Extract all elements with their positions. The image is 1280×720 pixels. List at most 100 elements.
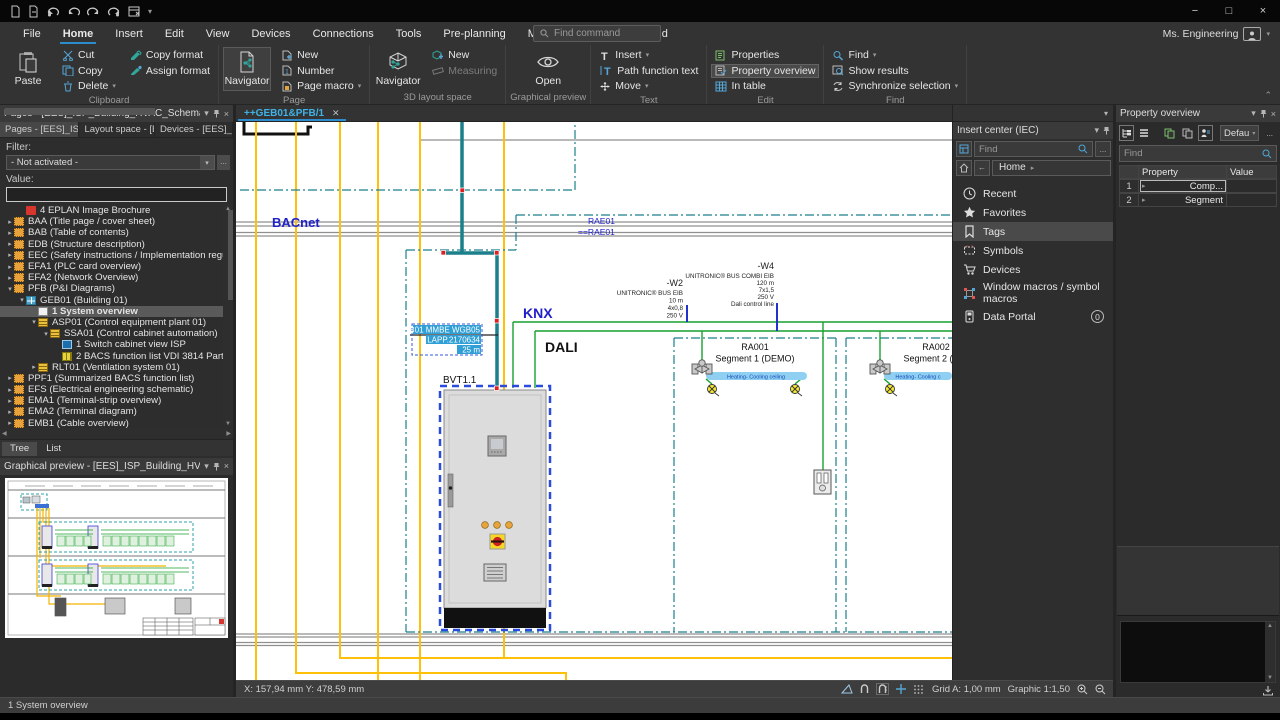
insert-center-pin-icon[interactable] <box>1103 126 1110 135</box>
property-overview-close-icon[interactable]: × <box>1271 109 1276 119</box>
tree-item[interactable]: ▸EMB1 (Cable overview) <box>0 418 223 428</box>
find-command-box[interactable]: Find command <box>533 25 661 42</box>
property-row[interactable]: 1 ▸Comp... <box>1119 179 1277 193</box>
wall-switch-device[interactable] <box>814 470 831 494</box>
property-overview-pin-icon[interactable] <box>1260 109 1267 118</box>
tree-item[interactable]: ▸BAB (Table of contents) <box>0 227 223 238</box>
property-overview-button[interactable]: Property overview <box>711 64 819 79</box>
tree-item[interactable]: ▾PFB (P&I Diagrams) <box>0 283 223 294</box>
copy-button[interactable]: Copy <box>58 64 120 79</box>
tree-view-icon[interactable] <box>1119 125 1134 141</box>
synchronize-selection-button[interactable]: Synchronize selection▾ <box>828 79 962 94</box>
coordinate-crosshair-icon[interactable] <box>896 684 906 694</box>
scroll-down-icon[interactable]: ▼ <box>225 421 231 427</box>
preview-close-icon[interactable]: × <box>224 461 229 471</box>
tree-expand-icon[interactable]: ▾ <box>42 330 50 338</box>
filter-dropdown[interactable]: - Not activated - ▾ <box>6 155 215 170</box>
measuring-button[interactable]: Measuring <box>428 64 501 79</box>
tree-item[interactable]: ▸PPF1 (Summarized BACS function list) <box>0 373 223 384</box>
preview-dropdown-icon[interactable]: ▾ <box>204 461 209 472</box>
tree-expand-icon[interactable]: ▾ <box>30 318 38 326</box>
property-find-input[interactable]: Find <box>1119 145 1277 162</box>
menu-tab-pre-planning[interactable]: Pre-planning <box>432 22 516 45</box>
breadcrumb[interactable]: Home ▸ <box>992 160 1111 176</box>
cut-button[interactable]: Cut <box>58 48 120 63</box>
assign-format-button[interactable]: Assign format <box>126 64 214 79</box>
menu-tab-connections[interactable]: Connections <box>302 22 385 45</box>
insert-item-data-portal[interactable]: Data Portal 0 <box>953 307 1114 326</box>
open-project-icon[interactable] <box>28 5 39 18</box>
panel-pin-icon[interactable] <box>213 109 220 118</box>
copy-format-button[interactable]: Copy format <box>126 48 214 63</box>
tree-item[interactable]: ▸EMA1 (Terminal-strip overview) <box>0 395 223 406</box>
redo-list-icon[interactable] <box>107 5 121 18</box>
preview-pin-icon[interactable] <box>213 462 220 471</box>
tree-item[interactable]: ▸EFS (Electrical engineering schematic) <box>0 384 223 395</box>
tab-layout-space[interactable]: Layout space - [EE... <box>79 122 155 137</box>
insert-item-window-macros[interactable]: Window macros / symbol macros <box>953 279 1114 307</box>
property-row[interactable]: 2 ▸Segment <box>1119 193 1277 207</box>
menu-tab-devices[interactable]: Devices <box>240 22 301 45</box>
show-results-button[interactable]: Show results <box>828 64 962 79</box>
back-icon[interactable]: ← <box>974 160 990 176</box>
tree-item[interactable]: ▸BAA (Title page / cover sheet) <box>0 216 223 227</box>
insert-center-dropdown-icon[interactable]: ▾ <box>1094 125 1099 136</box>
panel-close-icon[interactable]: × <box>224 109 229 119</box>
tree-expand-icon[interactable]: ▸ <box>6 419 14 427</box>
document-tab-close-icon[interactable]: ✕ <box>332 108 340 119</box>
value-cell[interactable] <box>1227 193 1277 207</box>
delete-button[interactable]: Delete▾ <box>58 79 120 94</box>
tree-item[interactable]: ▸EEC (Safety instructions / Implementati… <box>0 250 223 261</box>
property-cell-segment[interactable]: ▸Segment <box>1139 193 1227 207</box>
tree-item[interactable]: 1 System overview <box>0 306 223 317</box>
page-navigator-button[interactable]: Navigator <box>223 47 271 91</box>
preview-scrollbar[interactable]: ▲▼ <box>1265 622 1275 682</box>
path-function-text-button[interactable]: T Path function text <box>595 64 702 79</box>
tree-expand-icon[interactable]: ▸ <box>6 374 14 382</box>
tree-expand-icon[interactable]: ▸ <box>6 274 14 282</box>
new-page-button[interactable]: New <box>277 48 365 63</box>
properties-button[interactable]: Properties <box>711 48 819 63</box>
insert-text-button[interactable]: T Insert▾ <box>595 48 702 63</box>
tree-item[interactable]: ▸RLT01 (Ventilation system 01) <box>0 362 223 373</box>
object-snap-icon[interactable] <box>878 684 887 694</box>
tree-item[interactable]: ▸EFA2 (Network Overview) <box>0 272 223 283</box>
scroll-left-icon[interactable]: ◀ <box>2 430 7 437</box>
menu-tab-view[interactable]: View <box>195 22 241 45</box>
close-button[interactable]: × <box>1246 0 1280 22</box>
snap-icon[interactable] <box>860 684 869 694</box>
insert-center-more-button[interactable]: ... <box>1095 141 1111 157</box>
scroll-right-icon[interactable]: ▶ <box>226 430 231 437</box>
tree-item[interactable]: ▾GEB01 (Building 01) <box>0 295 223 306</box>
zoom-out-icon[interactable] <box>1095 684 1106 695</box>
user-filter-icon[interactable] <box>1198 125 1213 141</box>
property-cell-component[interactable]: ▸Comp... <box>1139 179 1227 193</box>
tree-expand-icon[interactable]: ▸ <box>6 263 14 271</box>
tree-expand-icon[interactable]: ▾ <box>6 285 14 293</box>
preview-thumbnail[interactable] <box>5 478 228 638</box>
tree-vertical-scrollbar[interactable]: ▲ ▼ <box>223 205 233 428</box>
list-view-icon[interactable] <box>1137 125 1152 141</box>
tab-devices[interactable]: Devices - [EES]_ISP... <box>155 122 233 137</box>
tab-tree[interactable]: Tree <box>2 442 37 456</box>
breadcrumb-home[interactable]: Home <box>999 162 1026 173</box>
user-area[interactable]: Ms. Engineering ▾ <box>1163 22 1270 45</box>
tree-expand-icon[interactable]: ▸ <box>6 218 14 226</box>
col-value[interactable]: Value <box>1227 165 1277 179</box>
tree-expand-icon[interactable]: ▾ <box>18 296 26 304</box>
tree-item[interactable]: ▸EDB (Structure description) <box>0 239 223 250</box>
tree-item[interactable]: ▸EFA1 (PLC card overview) <box>0 261 223 272</box>
tree-expand-icon[interactable]: ▸ <box>6 386 14 394</box>
maximize-button[interactable]: □ <box>1212 0 1246 22</box>
tree-item[interactable]: 1 Switch cabinet view ISP <box>0 339 223 350</box>
scheme-dropdown[interactable]: Defau ▾ <box>1220 125 1259 141</box>
property-overview-dropdown-icon[interactable]: ▾ <box>1251 108 1256 119</box>
menu-tab-insert[interactable]: Insert <box>104 22 154 45</box>
dock-caret-icon[interactable]: ▾ <box>1104 109 1108 118</box>
paste-properties-icon[interactable] <box>1180 125 1195 141</box>
menu-tab-tools[interactable]: Tools <box>385 22 433 45</box>
tree-expand-icon[interactable]: ▸ <box>6 397 14 405</box>
tree-item[interactable]: ▾SSA01 (Control cabinet automation) <box>0 328 223 339</box>
new-project-icon[interactable] <box>10 5 21 18</box>
ribbon-collapse-icon[interactable]: ⌃ <box>1264 90 1272 101</box>
